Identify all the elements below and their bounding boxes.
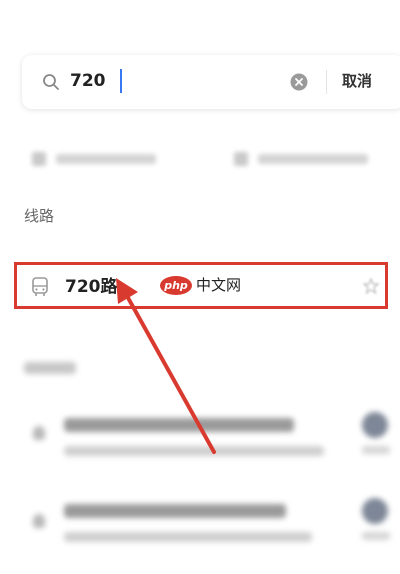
section-title-routes: 线路 <box>24 207 55 225</box>
go-button[interactable] <box>362 412 388 438</box>
shortcut-company-label <box>258 154 368 164</box>
list-item-meta <box>362 446 390 454</box>
search-input[interactable]: 720 <box>70 70 106 92</box>
cancel-button[interactable]: 取消 <box>342 70 372 92</box>
location-pin-icon <box>33 426 45 440</box>
list-item-subtitle <box>64 446 324 456</box>
watermark-logo: php <box>160 276 192 295</box>
location-pin-icon <box>33 514 45 528</box>
list-item-meta <box>362 532 390 540</box>
search-bar[interactable]: 720 取消 <box>22 55 400 109</box>
search-divider <box>326 70 327 94</box>
star-icon[interactable] <box>363 278 379 294</box>
clear-icon[interactable] <box>290 73 308 91</box>
list-item-title <box>64 504 286 518</box>
blurred-section-title <box>24 362 76 374</box>
home-icon <box>32 152 46 166</box>
list-item-subtitle <box>64 532 312 542</box>
shortcut-home-label <box>56 154 156 164</box>
search-icon <box>43 74 59 90</box>
bus-icon <box>32 277 48 296</box>
go-button[interactable] <box>362 498 388 524</box>
route-name: 720路 <box>65 277 118 297</box>
watermark-text: 中文网 <box>196 276 242 294</box>
text-caret <box>120 69 122 93</box>
list-item-title <box>64 418 294 432</box>
company-icon <box>234 152 248 166</box>
